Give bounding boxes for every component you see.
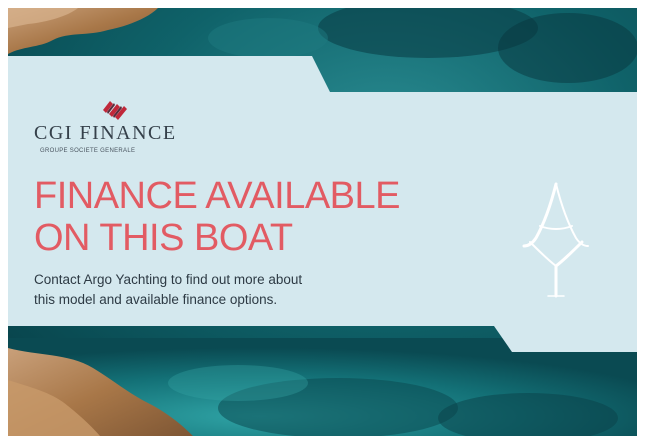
body-line-1: Contact Argo Yachting to find out more a… [34,272,303,287]
finance-banner[interactable]: CGI FINANCE GROUPE SOCIETE GENERALE FINA… [8,8,637,436]
body-line-2: this model and available finance options… [34,292,278,307]
headline: FINANCE AVAILABLE ON THIS BOAT [34,175,401,259]
headline-line-1: FINANCE AVAILABLE [34,175,401,217]
cgi-finance-logo-text: CGI FINANCE [34,122,177,144]
headline-line-2: ON THIS BOAT [34,217,293,259]
body-copy: Contact Argo Yachting to find out more a… [34,270,302,310]
logo-tagline: GROUPE SOCIETE GENERALE [40,148,136,154]
argo-yachting-monogram-icon [522,182,589,298]
cgi-finance-logo-icon [103,101,127,120]
